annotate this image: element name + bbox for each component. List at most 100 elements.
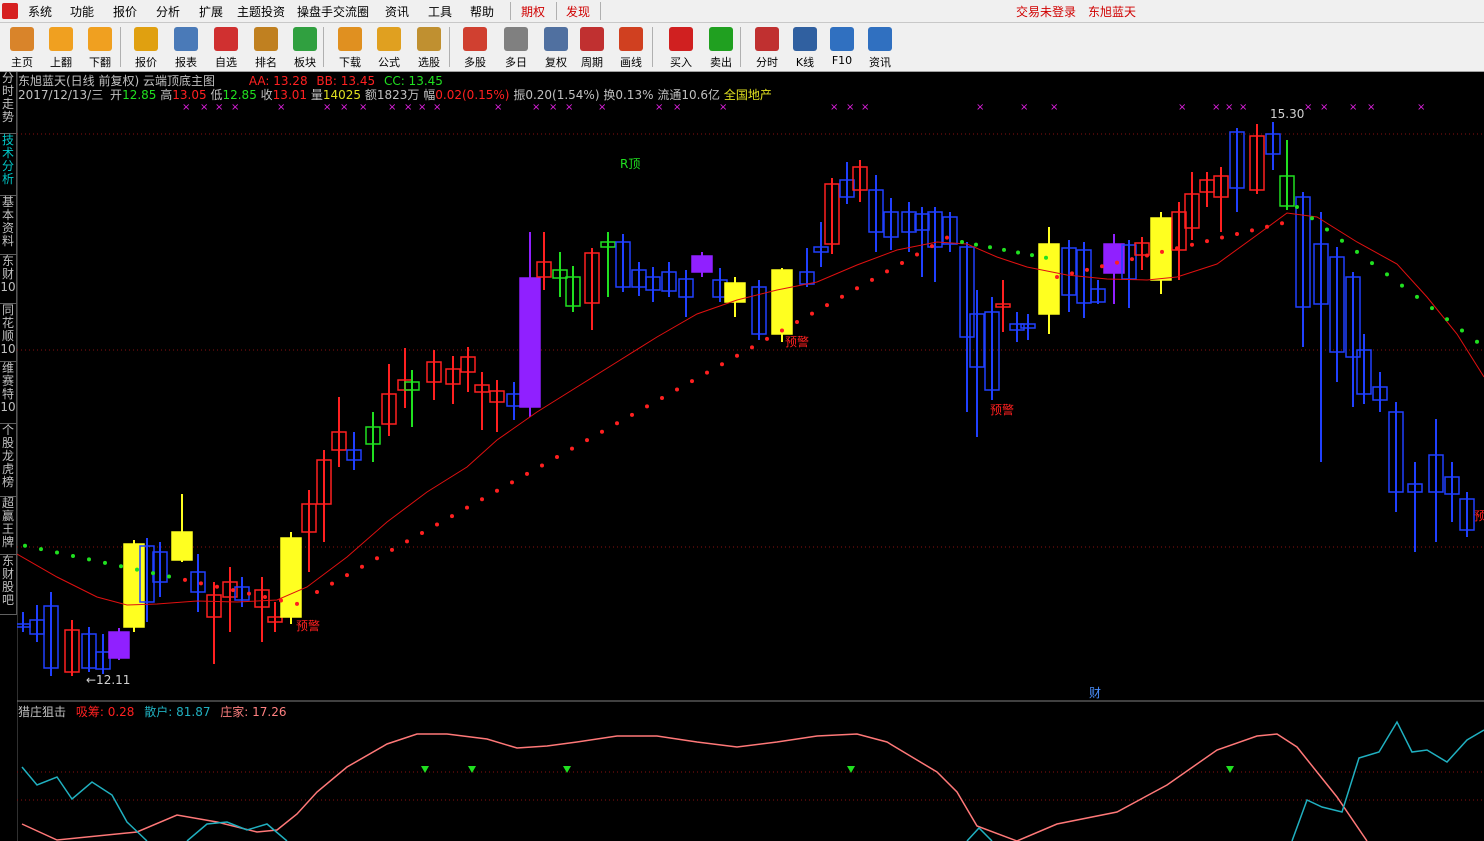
toolbar-button-arrow-up[interactable]: 上翻 xyxy=(42,25,80,69)
sar-dot xyxy=(570,446,574,451)
toolbar-button-f8[interactable]: 周期 xyxy=(573,25,611,69)
adjust-icon xyxy=(544,27,568,51)
toolbar-button-timeline[interactable]: 分时 xyxy=(748,25,786,69)
side-tab-4[interactable]: 同花顺10 xyxy=(0,304,17,362)
toolbar-button-label: 资讯 xyxy=(869,56,891,69)
toolbar-button-buy[interactable]: 买入 xyxy=(662,25,700,69)
sanhu-value: 散户: 81.87 xyxy=(144,705,211,719)
sar-dot xyxy=(1055,275,1059,279)
toolbar-button-label: 卖出 xyxy=(710,56,732,69)
close-label: 收 xyxy=(260,88,273,102)
toolbar-button-rank[interactable]: 排名 xyxy=(247,25,285,69)
sar-dot xyxy=(495,488,499,493)
menu-item-tools[interactable]: 工具 xyxy=(428,3,452,20)
side-tab-5[interactable]: 维赛特10 xyxy=(0,362,17,424)
signal-marker: × xyxy=(359,102,367,113)
menu-item-trader-circle[interactable]: 操盘手交流圈 xyxy=(297,3,369,20)
sar-dot xyxy=(345,573,349,578)
menu-item-news[interactable]: 资讯 xyxy=(385,3,409,20)
toolbar-button-multi-day[interactable]: 多日 xyxy=(497,25,535,69)
sar-dot xyxy=(630,412,634,417)
side-tab-6[interactable]: 个股龙虎榜 xyxy=(0,424,17,497)
toolbar-button-stock-pick[interactable]: 选股 xyxy=(410,25,448,69)
toolbar-button-f6[interactable]: 自选 xyxy=(207,25,245,69)
indicator-name[interactable]: 猎庄狙击 xyxy=(18,705,66,719)
toolbar-button-label: 板块 xyxy=(294,56,316,69)
sar-dot xyxy=(750,345,754,350)
sar-dot xyxy=(795,320,799,324)
toolbar-button-adjust[interactable]: 复权 xyxy=(537,25,575,69)
sar-dot xyxy=(1355,249,1359,254)
menu-item-extend[interactable]: 扩展 xyxy=(199,3,223,20)
menu-item-options[interactable]: 期权 xyxy=(521,3,545,20)
sar-dot xyxy=(585,438,589,443)
menu-item-system[interactable]: 系统 xyxy=(28,3,52,20)
toolbar-button-sector[interactable]: 板块 xyxy=(286,25,324,69)
menu-divider xyxy=(510,2,511,20)
f8-icon xyxy=(580,27,604,51)
toolbar-button-draw-line[interactable]: 画线 xyxy=(612,25,650,69)
side-tab-1[interactable]: 技术分析 xyxy=(0,134,17,196)
xichou-value: 吸筹: 0.28 xyxy=(75,705,135,719)
side-tab-8[interactable]: 东财股吧 xyxy=(0,555,17,615)
toolbar-button-f10[interactable]: F10 xyxy=(823,25,861,69)
side-tab-0[interactable]: 分时走势 xyxy=(0,72,17,134)
arrow-up-icon xyxy=(49,27,73,51)
toolbar-button-report[interactable]: 报表 xyxy=(167,25,205,69)
sar-dot xyxy=(151,571,155,576)
multi-day-icon xyxy=(504,27,528,51)
toolbar-button-formula[interactable]: 公式 xyxy=(370,25,408,69)
menu-item-theme-invest[interactable]: 主题投资 xyxy=(237,3,285,20)
sar-dot xyxy=(1400,283,1404,288)
sar-dot xyxy=(103,560,107,565)
signal-marker: × xyxy=(433,102,441,113)
sector-value[interactable]: 全国地产 xyxy=(724,88,772,102)
sar-dot xyxy=(1265,224,1269,229)
chart-area[interactable]: × × × × × × × × × × × × × × × × × × × × × × × × × × × × × × × × × × ×15.30… xyxy=(17,72,1484,841)
signal-marker: × xyxy=(215,102,223,113)
candle-body xyxy=(1103,243,1125,274)
low-price-label: ←12.11 xyxy=(86,673,130,687)
toolbar-divider xyxy=(652,27,653,67)
sar-dot xyxy=(825,303,829,308)
signal-marker: × xyxy=(1020,102,1028,113)
signal-marker: × xyxy=(1225,102,1233,113)
toolbar-button-label: 报表 xyxy=(175,56,197,69)
toolbar-button-sell[interactable]: 卖出 xyxy=(702,25,740,69)
toolbar-button-arrow-down[interactable]: 下翻 xyxy=(81,25,119,69)
signal-marker: × xyxy=(1320,102,1328,113)
menu-item-analysis[interactable]: 分析 xyxy=(156,3,180,20)
sar-dot xyxy=(119,564,123,569)
toolbar-button-quote[interactable]: 报价 xyxy=(127,25,165,69)
timeline-icon xyxy=(755,27,779,51)
signal-marker: × xyxy=(1212,102,1220,113)
news-icon xyxy=(868,27,892,51)
side-tab-3[interactable]: 东财10 xyxy=(0,255,17,304)
low-label: 低 xyxy=(210,88,223,102)
toolbar-divider xyxy=(740,27,741,67)
toolbar-button-download[interactable]: 下载 xyxy=(331,25,369,69)
menu-item-help[interactable]: 帮助 xyxy=(470,3,494,20)
menu-item-discover[interactable]: 发现 xyxy=(566,3,590,20)
sar-dot xyxy=(330,581,334,586)
candle-body xyxy=(108,631,130,659)
toolbar-button-news[interactable]: 资讯 xyxy=(861,25,899,69)
toolbar-button-kline[interactable]: K线 xyxy=(786,25,824,69)
toolbar-button-home[interactable]: 主页 xyxy=(3,25,41,69)
menu-item-quote[interactable]: 报价 xyxy=(113,3,137,20)
quote-icon xyxy=(134,27,158,51)
sanhu-line xyxy=(21,720,1484,841)
sar-dot xyxy=(1310,216,1314,221)
menu-divider xyxy=(600,2,601,20)
login-status[interactable]: 交易未登录 xyxy=(1016,3,1076,20)
sar-dot xyxy=(615,421,619,426)
f10-icon xyxy=(830,27,854,51)
candle-body xyxy=(123,543,145,628)
side-tab-7[interactable]: 超赢王牌 xyxy=(0,497,17,555)
menu-item-function[interactable]: 功能 xyxy=(70,3,94,20)
sar-dot xyxy=(540,463,544,468)
multi-stock-icon xyxy=(463,27,487,51)
side-tab-2[interactable]: 基本资料 xyxy=(0,196,17,255)
sar-dot xyxy=(1016,250,1020,255)
toolbar-button-multi-stock[interactable]: 多股 xyxy=(456,25,494,69)
